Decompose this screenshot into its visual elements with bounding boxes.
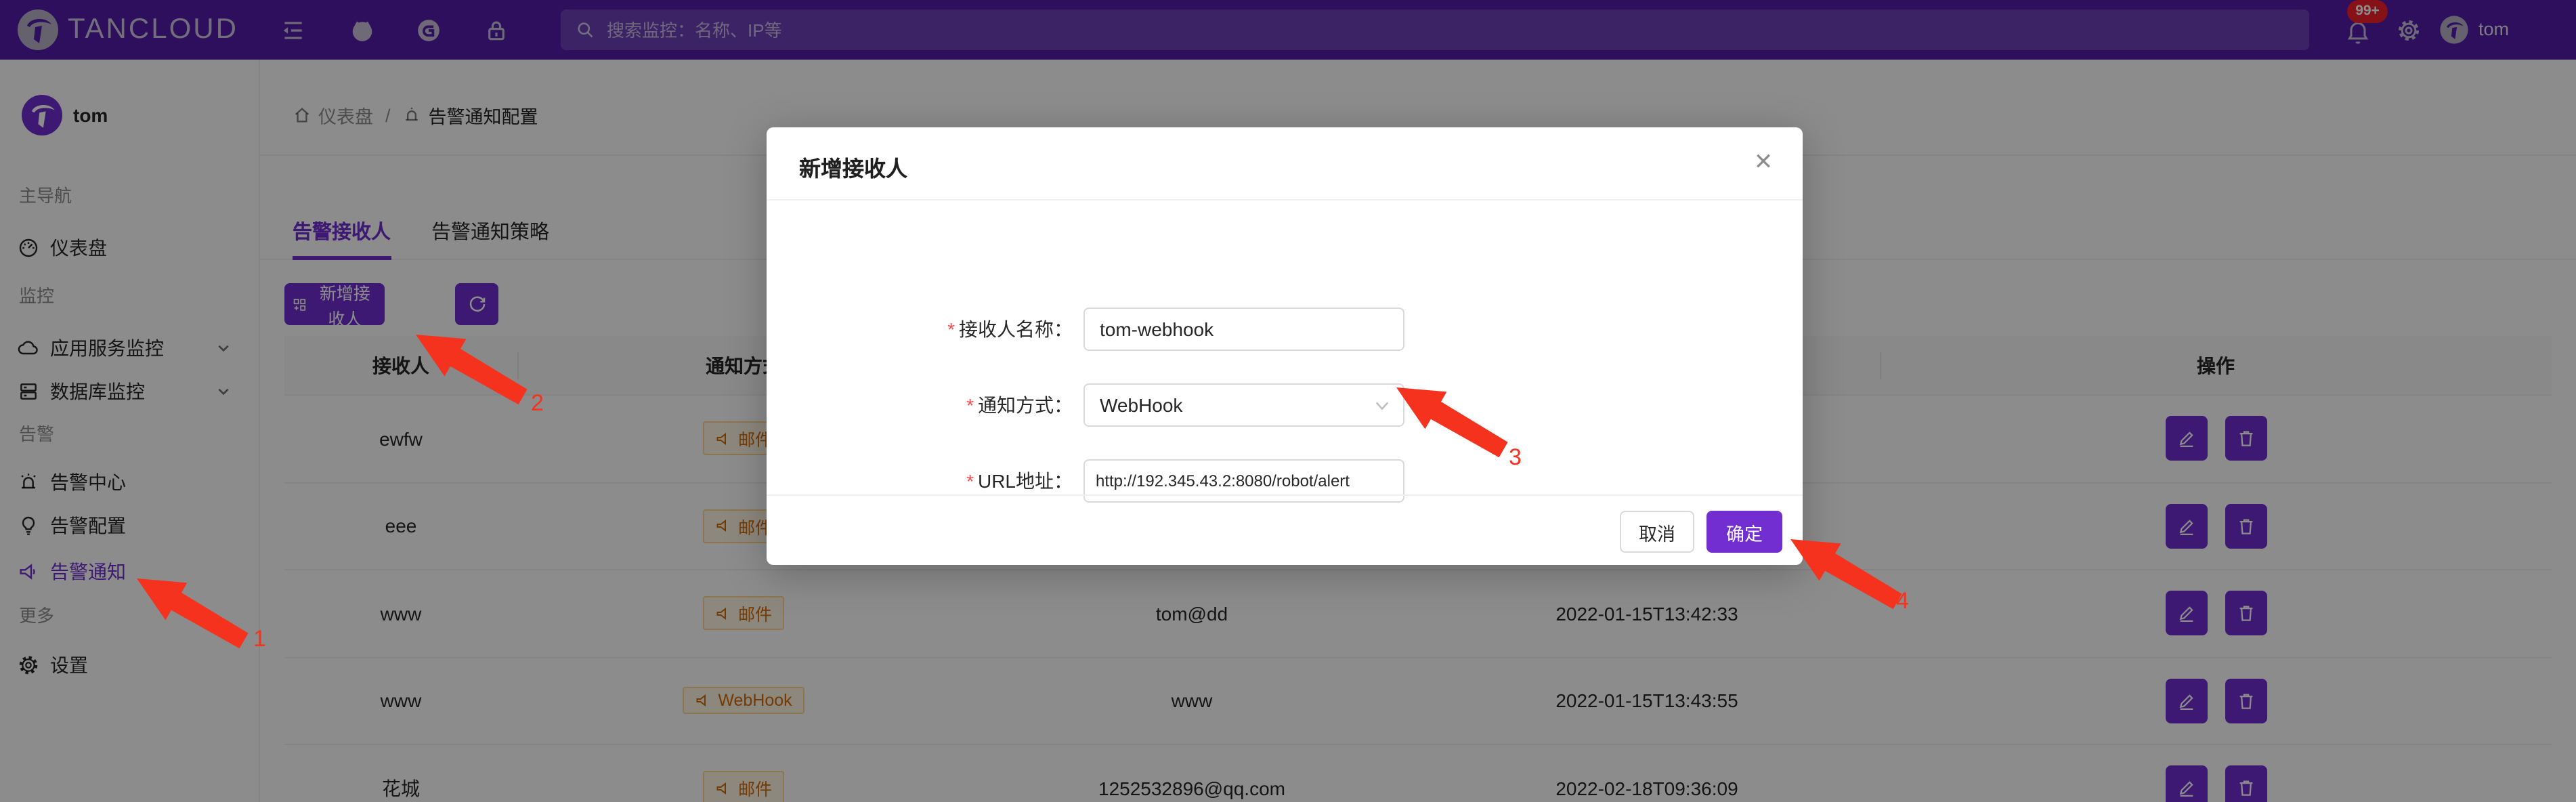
- url-label: URL地址：: [978, 470, 1073, 492]
- modal-title: 新增接收人: [799, 150, 907, 183]
- annotation-arrow-3: [1394, 385, 1516, 466]
- annotation-step-1: 1: [253, 626, 266, 653]
- notice-method-label: 通知方式：: [978, 394, 1073, 416]
- annotation-arrow-4: [1788, 536, 1910, 618]
- annotation-step-3: 3: [1509, 444, 1522, 471]
- modal-header: 新增接收人 ✕: [767, 127, 1803, 200]
- notice-method-select[interactable]: [1083, 383, 1404, 427]
- close-icon[interactable]: ✕: [1748, 148, 1778, 177]
- notice-method-value[interactable]: [1085, 385, 1403, 425]
- form-row-notice-method: *通知方式：: [767, 383, 1803, 427]
- annotation-step-4: 4: [1896, 588, 1909, 615]
- annotation-arrow-1: [134, 576, 256, 657]
- required-asterisk: *: [966, 470, 974, 492]
- required-asterisk: *: [947, 318, 955, 340]
- receiver-name-input[interactable]: [1085, 309, 1403, 350]
- confirm-button[interactable]: 确定: [1706, 511, 1782, 553]
- receiver-name-field: [1083, 308, 1404, 351]
- modal-footer: 取消 确定: [767, 494, 1803, 565]
- receiver-name-label: 接收人名称：: [959, 318, 1073, 340]
- cancel-button[interactable]: 取消: [1620, 511, 1694, 553]
- form-row-receiver-name: *接收人名称：: [767, 308, 1803, 351]
- annotation-step-2: 2: [531, 390, 544, 417]
- annotation-arrow-2: [413, 332, 535, 413]
- add-receiver-modal: 新增接收人 ✕ *接收人名称： *通知方式： *URL地址： 取消 确定: [767, 127, 1803, 565]
- select-chevron-icon: [1375, 398, 1390, 413]
- required-asterisk: *: [966, 394, 974, 416]
- app-window: TANCLOUD 99+: [0, 0, 2576, 802]
